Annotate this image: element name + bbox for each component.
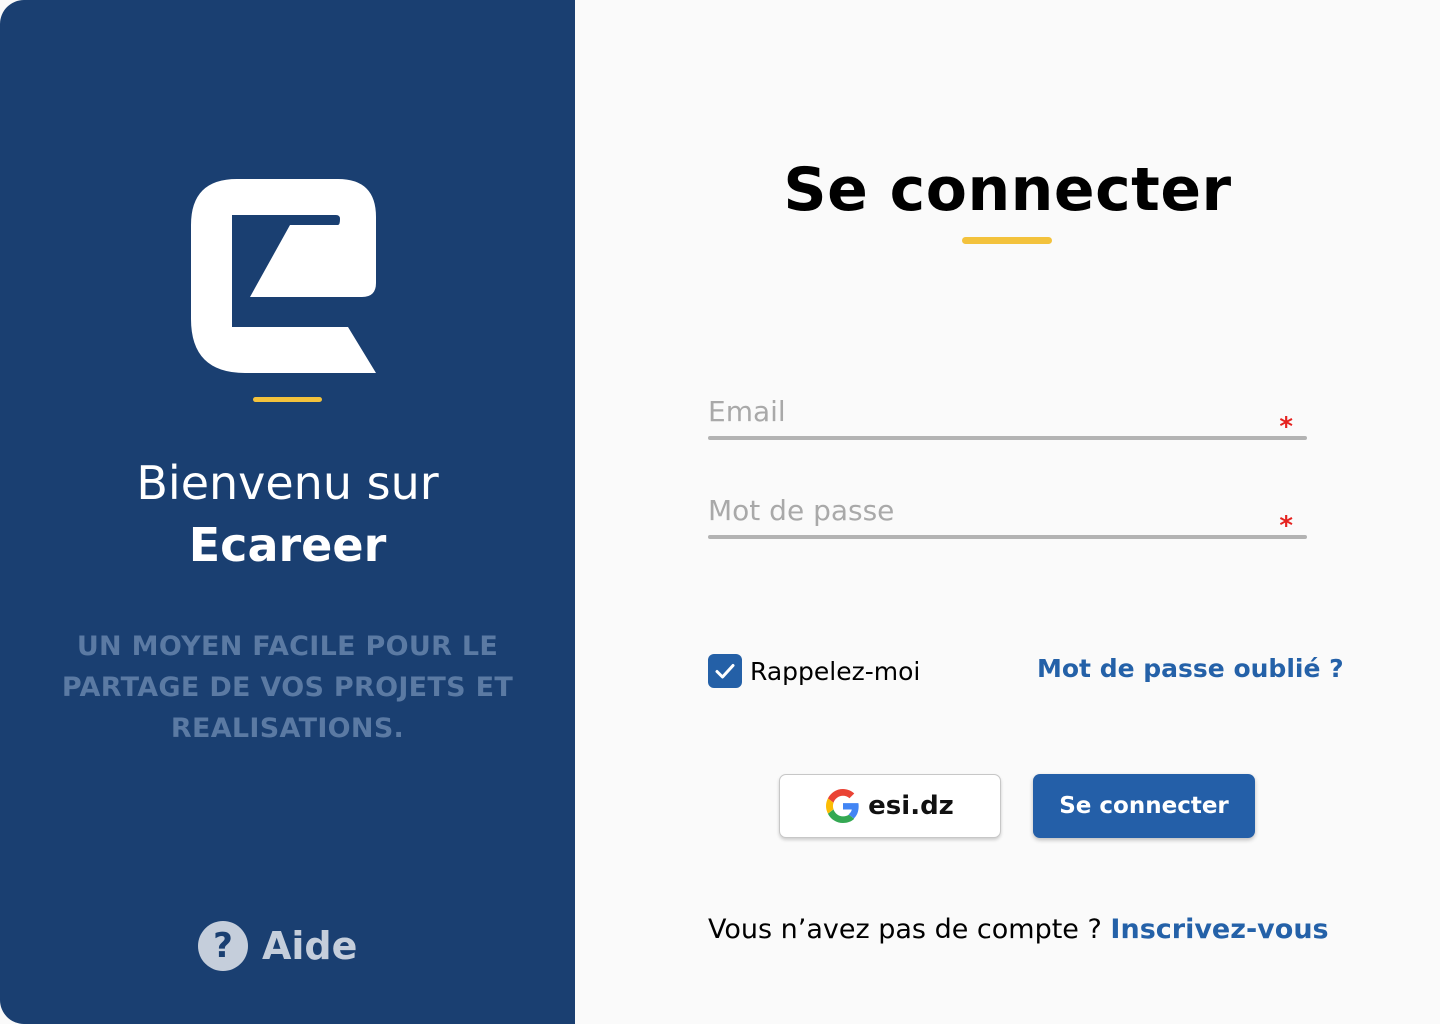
login-button[interactable]: Se connecter [1033,774,1255,838]
title-underline [962,237,1052,244]
signup-prompt-text: Vous n’avez pas de compte ? [708,914,1102,945]
question-mark-icon: ? [198,921,248,971]
welcome-line2: Ecareer [188,518,387,572]
password-field: * [708,487,1307,541]
signup-link[interactable]: Inscrivez-vous [1110,914,1328,945]
email-input[interactable] [708,388,1268,434]
email-underline [708,436,1307,440]
logo-underline [253,397,322,402]
login-page: Bienvenu sur Ecareer UN MOYEN FACILE POU… [0,0,1440,1024]
brand-panel: Bienvenu sur Ecareer UN MOYEN FACILE POU… [0,0,575,1024]
check-icon [715,664,735,679]
tagline: UN MOYEN FACILE POUR LE PARTAGE DE VOS P… [61,631,514,744]
help-link[interactable]: ? Aide [198,920,357,972]
remember-me[interactable]: Rappelez-moi [708,654,920,688]
welcome-line1: Bienvenu sur [136,456,439,510]
remember-label: Rappelez-moi [750,656,921,686]
ecareer-logo-icon [140,115,430,415]
remember-checkbox[interactable] [708,654,742,688]
help-label: Aide [262,924,358,968]
page-title: Se connecter [783,155,1232,225]
google-icon [826,789,859,823]
signup-prompt: Vous n’avez pas de compte ? Inscrivez-vo… [708,914,1329,945]
password-underline [708,535,1307,539]
email-field: * [708,388,1307,442]
google-button-label: esi.dz [868,791,954,821]
password-input[interactable] [708,487,1268,533]
welcome-heading: Bienvenu sur Ecareer [0,452,575,576]
forgot-password-link[interactable]: Mot de passe oublié ? [1037,654,1344,683]
google-signin-button[interactable]: esi.dz [779,774,1001,838]
